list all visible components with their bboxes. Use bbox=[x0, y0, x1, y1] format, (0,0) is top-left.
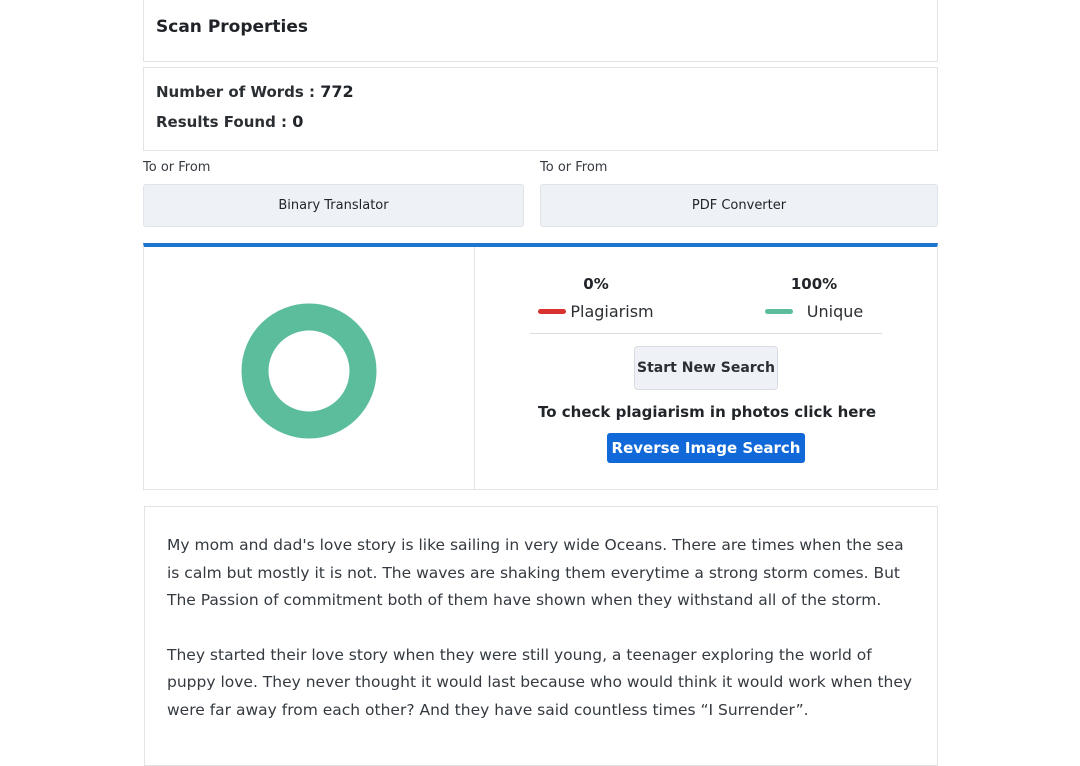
text-paragraph: My mom and dad's love story is like sail… bbox=[167, 536, 904, 609]
photo-check-text: To check plagiarism in photos click here bbox=[538, 403, 876, 421]
pdf-converter-button[interactable]: PDF Converter bbox=[540, 184, 938, 227]
reverse-image-search-button[interactable]: Reverse Image Search bbox=[607, 433, 805, 463]
text-paragraph: They started their love story when they … bbox=[167, 645, 913, 719]
word-count: Number of Words : 772 bbox=[156, 82, 354, 101]
donut-chart-area bbox=[144, 247, 475, 489]
word-count-label: Number of Words : bbox=[156, 83, 316, 101]
unique-label: Unique bbox=[806, 302, 864, 321]
unique-percent: 100% bbox=[790, 275, 838, 293]
scan-properties-title: Scan Properties bbox=[156, 17, 309, 37]
tool-binary-translator: To or From Binary Translator bbox=[143, 160, 524, 227]
tool-label: To or From bbox=[540, 160, 608, 175]
plagiarism-label: Plagiarism bbox=[570, 302, 654, 321]
scan-properties-panel: Scan Properties bbox=[143, 0, 938, 62]
results-found-label: Results Found : bbox=[156, 113, 288, 131]
results-found: Results Found : 0 bbox=[156, 112, 303, 131]
tool-label: To or From bbox=[143, 160, 211, 175]
plagiarism-swatch bbox=[538, 309, 567, 314]
legend-plagiarism: 0% Plagiarism bbox=[529, 275, 663, 321]
checked-text-panel: My mom and dad's love story is like sail… bbox=[144, 506, 938, 766]
word-count-value: 772 bbox=[320, 82, 354, 101]
divider bbox=[530, 333, 882, 334]
donut-chart bbox=[241, 303, 377, 439]
tool-pdf-converter: To or From PDF Converter bbox=[540, 160, 938, 227]
unique-swatch bbox=[764, 309, 793, 314]
start-new-search-button[interactable]: Start New Search bbox=[634, 346, 778, 390]
binary-translator-button[interactable]: Binary Translator bbox=[143, 184, 524, 227]
results-found-value: 0 bbox=[292, 112, 304, 131]
scan-stats-panel: Number of Words : 772 Results Found : 0 bbox=[143, 67, 938, 151]
result-panel: 0% Plagiarism 100% Unique Start New Sear… bbox=[143, 243, 938, 490]
donut-unique-segment bbox=[241, 303, 377, 439]
plagiarism-percent: 0% bbox=[583, 275, 609, 293]
legend-unique: 100% Unique bbox=[747, 275, 881, 321]
